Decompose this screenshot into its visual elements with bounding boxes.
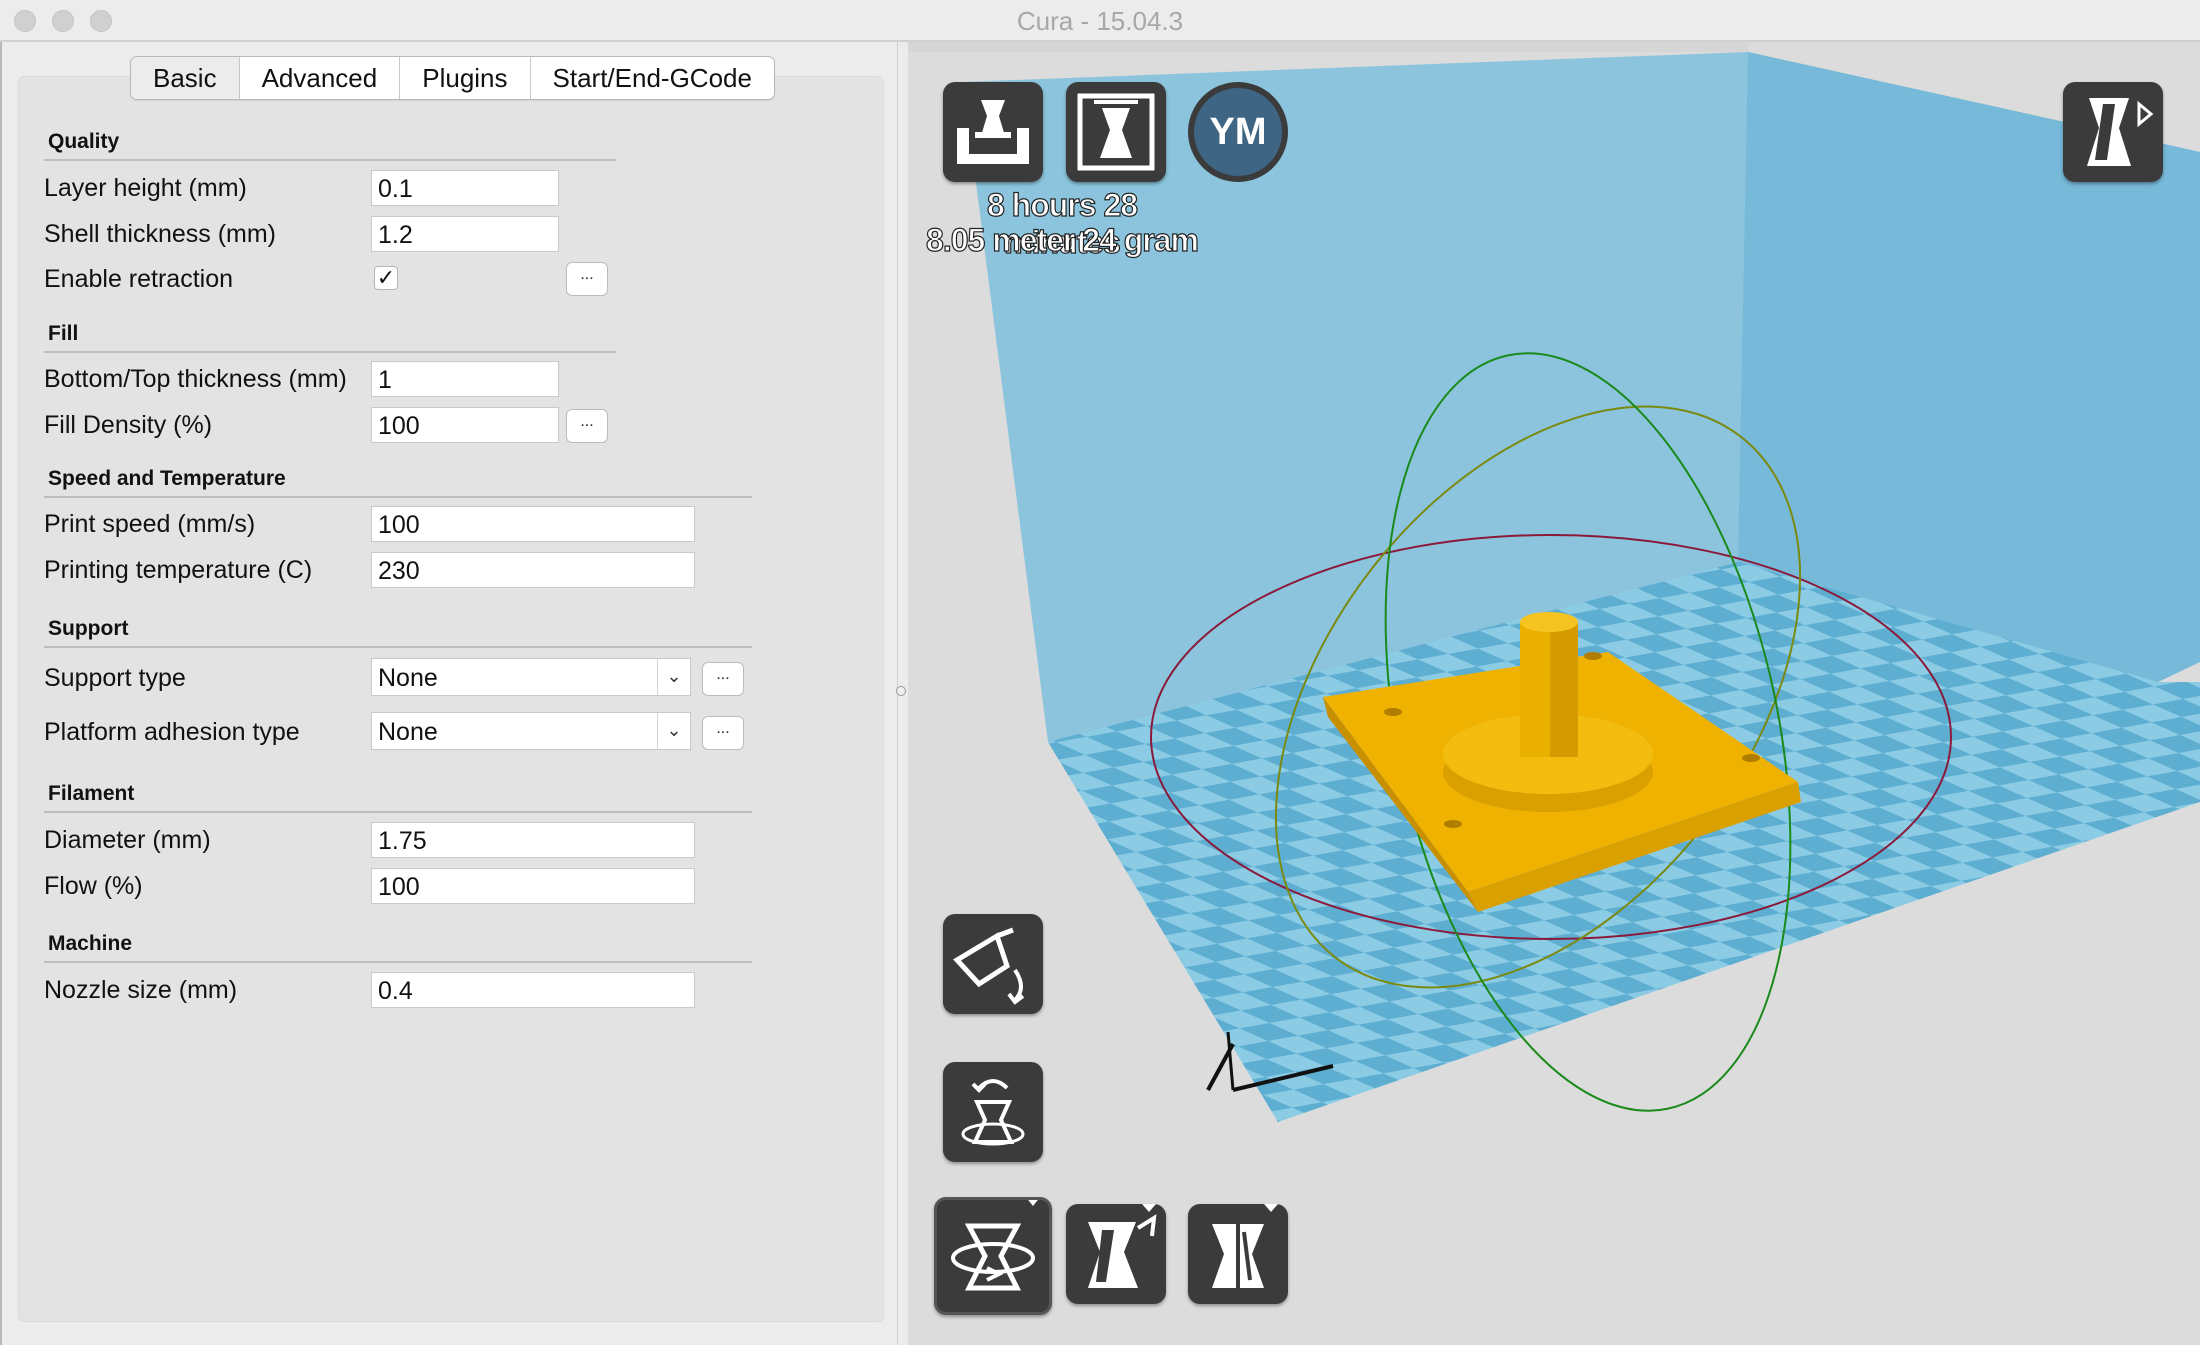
section-divider [44, 351, 616, 353]
fill-density-options-button[interactable]: ... [566, 409, 608, 443]
support-type-value: None [378, 664, 438, 692]
tab-plugins[interactable]: Plugins [400, 57, 531, 99]
section-divider [44, 646, 752, 648]
print-model-button[interactable] [1066, 82, 1166, 182]
lay-flat-icon [953, 927, 1025, 1005]
enable-retraction-checkbox[interactable]: ✓ [374, 266, 398, 290]
bottom-top-thickness-input[interactable] [371, 361, 559, 397]
scale-icon [1088, 1204, 1157, 1288]
section-divider [44, 961, 752, 963]
3d-viewport[interactable]: YM 8 hours 28 minutes 8.05 meter 24 gram [908, 42, 2200, 1345]
flow-label: Flow (%) [44, 872, 143, 900]
youmagine-button[interactable]: YM [1188, 82, 1288, 182]
material-estimate: 8.05 meter 24 gram [925, 221, 1199, 258]
tab-advanced[interactable]: Advanced [240, 57, 401, 99]
support-type-label: Support type [44, 664, 186, 692]
print-speed-label: Print speed (mm/s) [44, 510, 256, 538]
layer-height-label: Layer height (mm) [44, 174, 247, 202]
retraction-options-button[interactable]: ... [566, 262, 608, 296]
youmagine-badge: YM [1194, 88, 1282, 176]
platform-adhesion-value: None [378, 718, 438, 746]
support-type-options-button[interactable]: ... [702, 662, 744, 696]
lay-flat-button[interactable] [943, 914, 1043, 1014]
load-model-button[interactable] [943, 82, 1043, 182]
flow-input[interactable] [371, 868, 695, 904]
tab-start-end-gcode[interactable]: Start/End-GCode [531, 57, 774, 99]
reset-rotation-icon [961, 1079, 1025, 1146]
chevron-down-icon: ⌄ [657, 659, 690, 695]
chevron-down-icon: ⌄ [657, 713, 690, 749]
platform-adhesion-select[interactable]: None ⌄ [371, 712, 691, 750]
section-title-quality: Quality [48, 130, 120, 153]
platform-adhesion-label: Platform adhesion type [44, 718, 300, 746]
view-mode-icon [2087, 98, 2154, 166]
panel-splitter-handle[interactable] [896, 686, 906, 696]
diameter-input[interactable] [371, 822, 695, 858]
section-divider [44, 811, 752, 813]
load-model-icon [957, 100, 1029, 164]
settings-groupbox [18, 76, 884, 1322]
section-title-support: Support [48, 617, 129, 640]
print-model-icon [1077, 93, 1155, 171]
section-title-machine: Machine [48, 932, 133, 955]
printing-temperature-input[interactable] [371, 552, 695, 588]
section-title-filament: Filament [48, 782, 135, 805]
nozzle-size-label: Nozzle size (mm) [44, 976, 238, 1004]
platform-adhesion-options-button[interactable]: ... [702, 716, 744, 750]
window-titlebar: Cura - 15.04.3 [0, 0, 2200, 42]
viewport-top-edge [908, 42, 1748, 52]
view-mode-button[interactable] [2063, 82, 2163, 182]
printing-temperature-label: Printing temperature (C) [44, 556, 313, 584]
rotate-icon [951, 1200, 1038, 1291]
shell-thickness-input[interactable] [371, 216, 559, 252]
section-title-fill: Fill [48, 322, 79, 345]
print-speed-input[interactable] [371, 506, 695, 542]
mirror-icon [1212, 1204, 1278, 1296]
nozzle-size-input[interactable] [371, 972, 695, 1008]
enable-retraction-label: Enable retraction [44, 265, 234, 293]
tab-basic[interactable]: Basic [131, 57, 240, 99]
fill-density-label: Fill Density (%) [44, 411, 213, 439]
layer-height-input[interactable] [371, 170, 559, 206]
mirror-tool-button[interactable] [1188, 1204, 1288, 1304]
section-divider [44, 159, 616, 161]
scale-tool-button[interactable] [1066, 1204, 1166, 1304]
settings-panel: Basic Advanced Plugins Start/End-GCode Q… [0, 42, 898, 1345]
section-title-speed-temperature: Speed and Temperature [48, 467, 286, 490]
reset-rotation-button[interactable] [943, 1062, 1043, 1162]
window-title: Cura - 15.04.3 [1016, 6, 1184, 36]
bottom-top-thickness-label: Bottom/Top thickness (mm) [44, 365, 347, 393]
rotate-tool-button[interactable] [934, 1197, 1052, 1315]
support-type-select[interactable]: None ⌄ [371, 658, 691, 696]
fill-density-input[interactable] [371, 407, 559, 443]
section-divider [44, 496, 752, 498]
settings-tabbar: Basic Advanced Plugins Start/End-GCode [130, 56, 775, 100]
diameter-label: Diameter (mm) [44, 826, 211, 854]
shell-thickness-label: Shell thickness (mm) [44, 220, 276, 248]
